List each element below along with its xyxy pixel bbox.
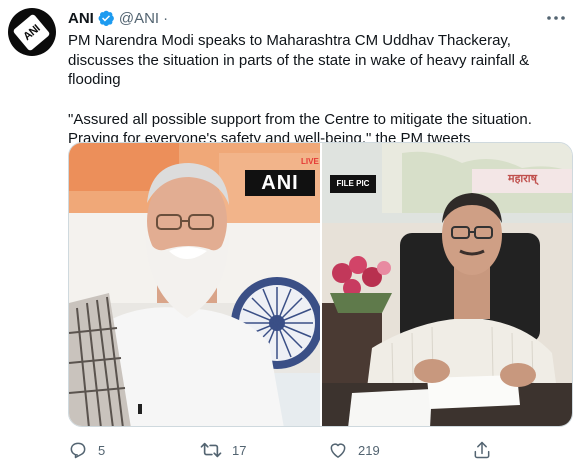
media-image-right[interactable]: FILE PIC महाराष् [322,143,572,426]
share-button[interactable] [472,436,492,464]
tweet-media[interactable]: ANI LIVE FILE PIC महाराष् [68,142,573,427]
file-pic-label: FILE PIC [330,175,376,193]
reply-count: 5 [98,442,106,458]
retweet-icon [200,442,222,458]
like-button[interactable]: 219 [328,436,380,464]
avatar-logo-text: ANI [20,22,43,43]
retweet-button[interactable]: 17 [200,436,246,464]
more-dots-icon [547,16,565,20]
reply-button[interactable]: 5 [68,436,105,464]
retweet-count: 17 [232,442,247,458]
like-count: 219 [358,442,380,458]
heart-icon [330,443,346,458]
more-options-button[interactable] [544,8,568,28]
tweet-paragraph-1: PM Narendra Modi speaks to Maharashtra C… [68,32,530,88]
tweet-text: PM Narendra Modi speaks to Maharashtra C… [68,31,566,149]
tweet-header: ANI @ANI · [68,7,168,29]
ani-watermark: ANI [245,170,315,196]
tweet-card[interactable]: ANI ANI @ANI · PM Narendra Modi speaks t… [0,0,578,469]
avatar[interactable]: ANI [8,8,56,56]
header-separator: · [163,9,169,27]
reply-icon [70,442,86,459]
verified-badge-icon [97,9,115,27]
media-image-left[interactable]: ANI LIVE [69,143,322,426]
map-label: महाराष् [508,172,537,185]
display-name[interactable]: ANI [68,10,94,27]
live-label: LIVE [301,157,319,166]
tweet-actions: 5 17 219 [60,436,510,464]
user-handle[interactable]: @ANI [119,10,159,27]
ani-logo: ANI [12,13,51,52]
share-icon [474,441,490,459]
